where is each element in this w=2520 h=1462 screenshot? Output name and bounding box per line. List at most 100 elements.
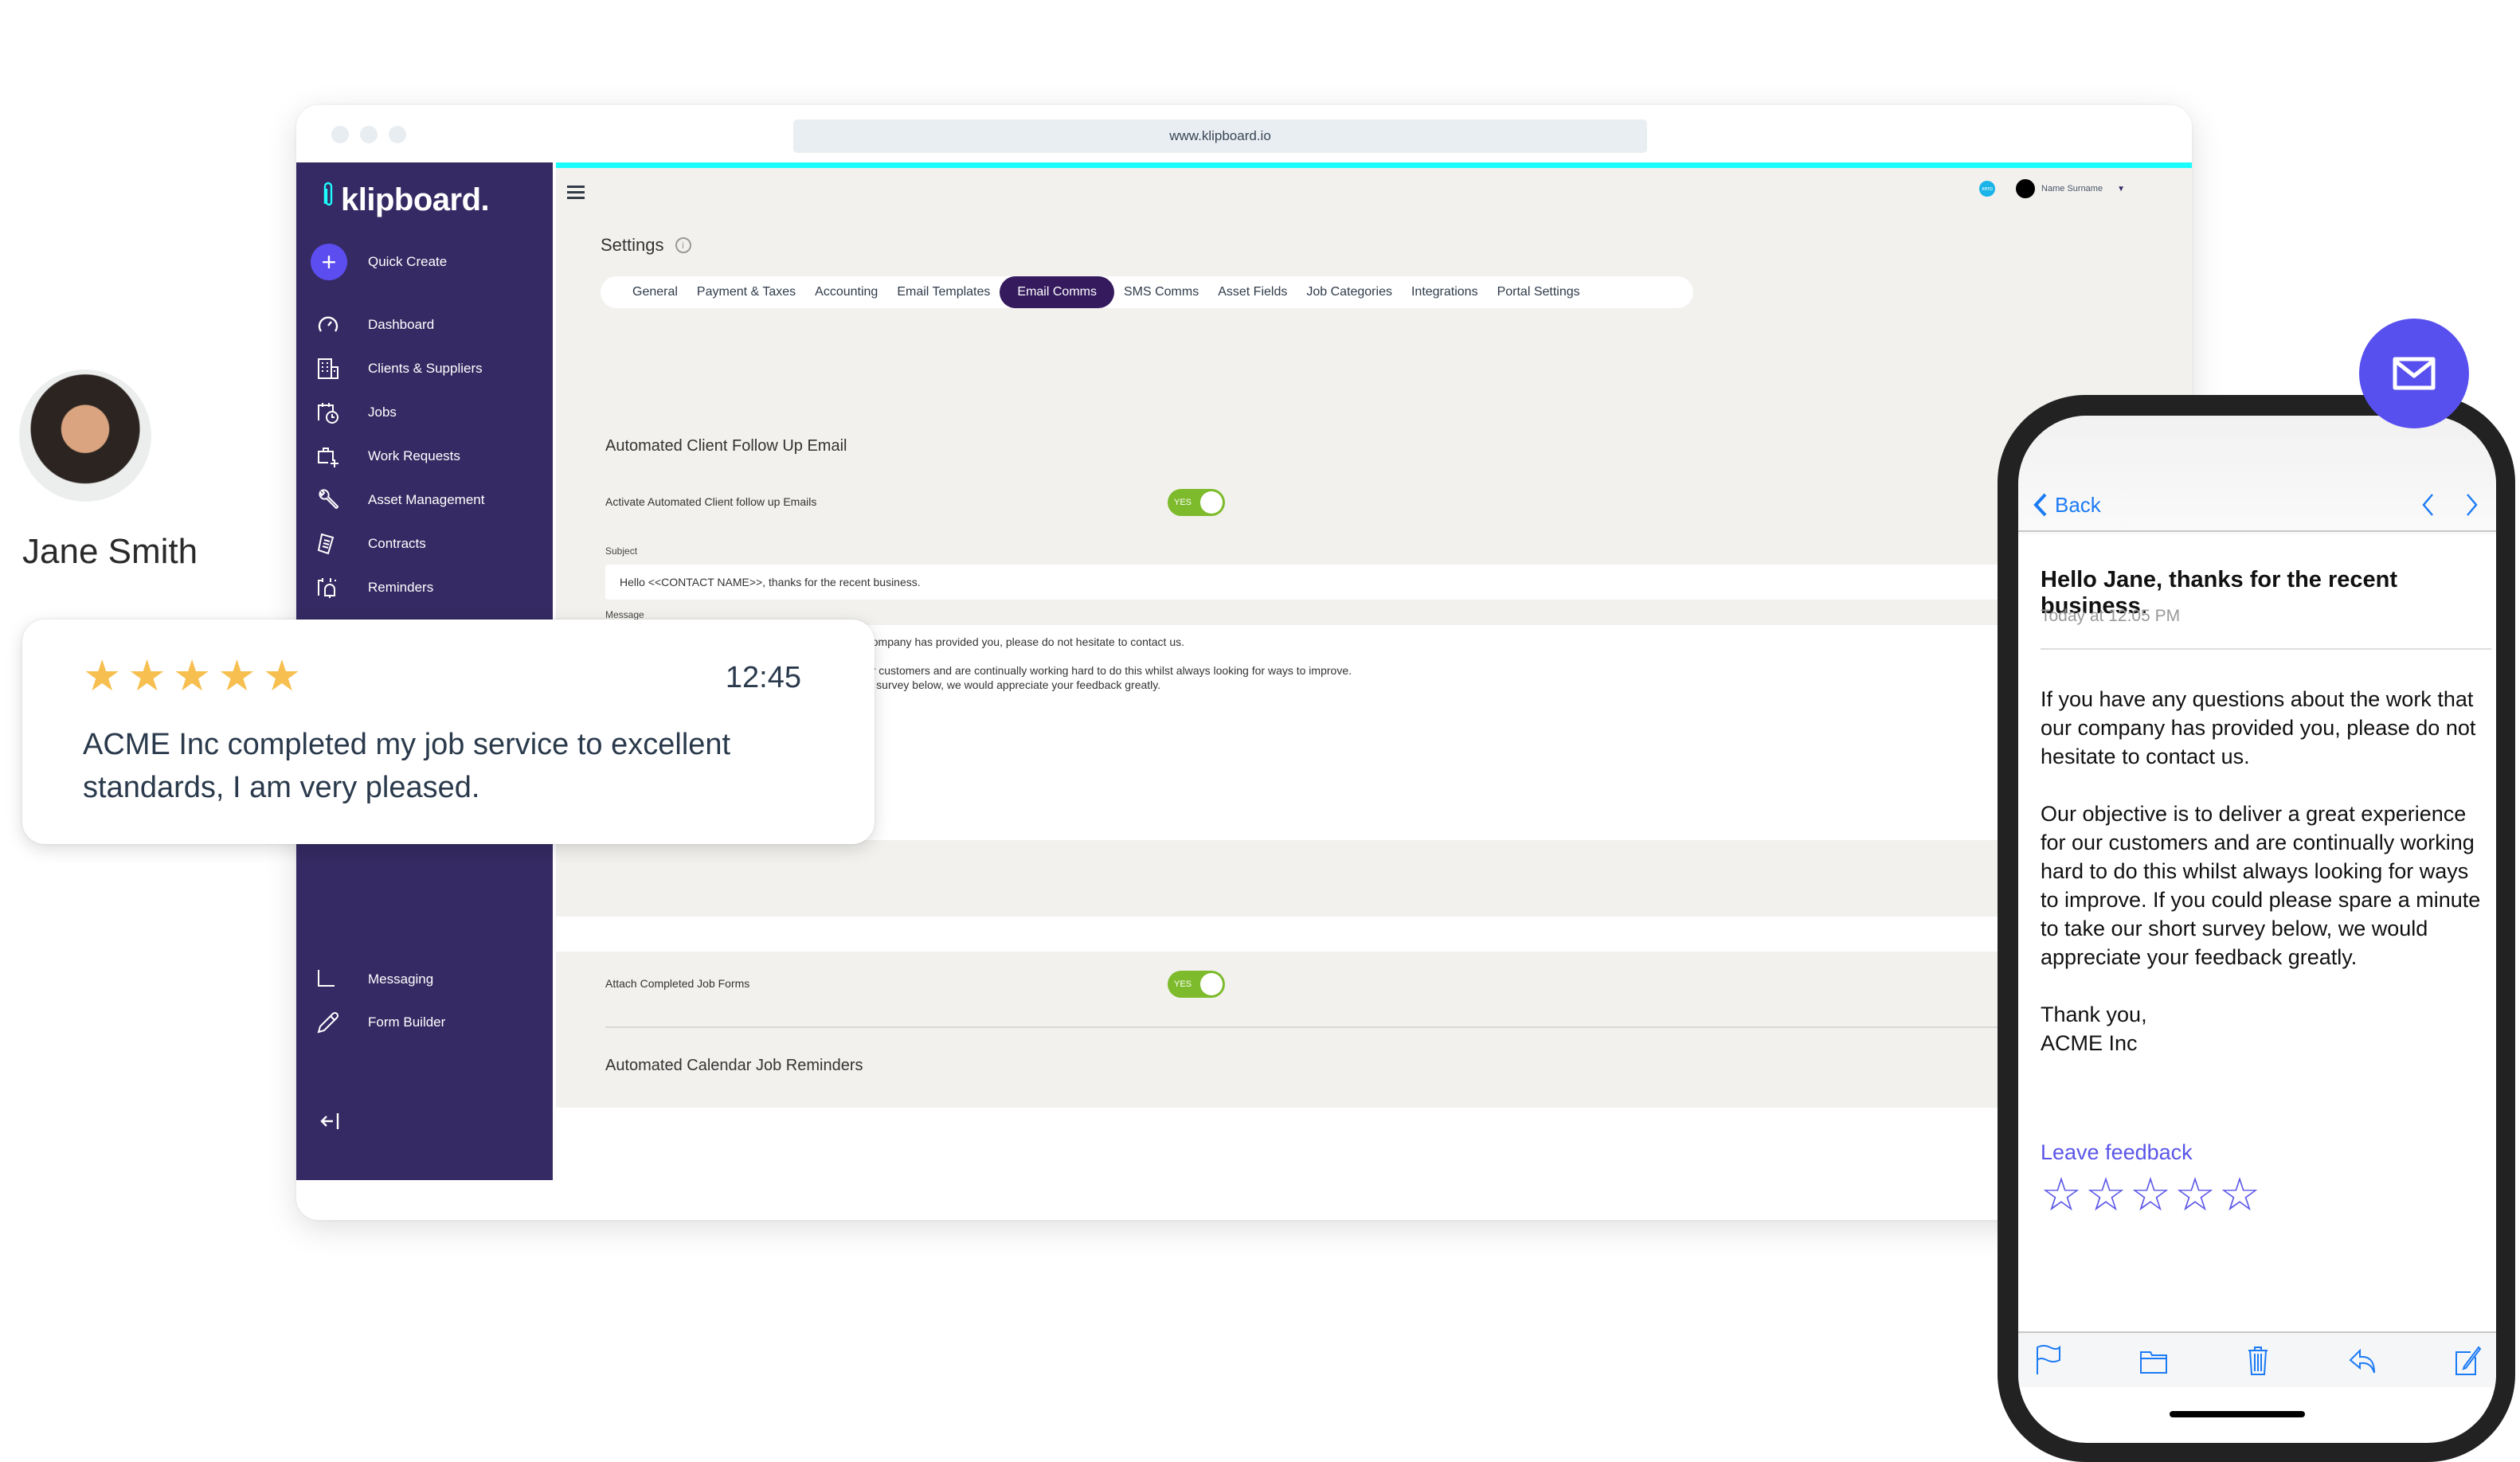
tab-payment-taxes[interactable]: Payment & Taxes — [687, 276, 805, 308]
star-outline-icon[interactable]: ☆ — [2174, 1172, 2216, 1218]
star-filled-icon: ★ — [83, 652, 122, 700]
window-dot-maximize[interactable] — [389, 126, 406, 143]
review-rating: ★ ★ ★ ★ ★ — [83, 655, 301, 698]
tab-general[interactable]: General — [623, 276, 687, 308]
review-text: ACME Inc completed my job service to exc… — [83, 728, 731, 804]
calendar-reminders-title: Automated Calendar Job Reminders — [605, 1057, 863, 1074]
sidebar-item-reminders[interactable]: Reminders — [315, 565, 484, 609]
customer-name: Jane Smith — [22, 532, 198, 571]
tab-portal-settings[interactable]: Portal Settings — [1488, 276, 1590, 308]
star-outline-icon[interactable]: ☆ — [2041, 1172, 2082, 1218]
trash-icon[interactable] — [2244, 1344, 2272, 1376]
browser-chrome: www.klipboard.io — [296, 105, 2192, 162]
envelope-icon — [2393, 357, 2436, 390]
tab-job-categories[interactable]: Job Categories — [1297, 276, 1402, 308]
tab-email-comms[interactable]: Email Comms — [1000, 276, 1114, 308]
previous-message-icon[interactable] — [2421, 493, 2434, 517]
xero-badge: xero — [1979, 181, 1996, 197]
review-time: 12:45 — [725, 661, 801, 694]
back-label: Back — [2055, 492, 2101, 517]
building-icon — [318, 358, 338, 379]
hamburger-menu-icon[interactable] — [567, 186, 585, 202]
sidebar-item-dashboard[interactable]: Dashboard — [315, 303, 484, 346]
home-indicator[interactable] — [2170, 1411, 2305, 1417]
sidebar-item-label: Dashboard — [368, 316, 435, 332]
window-dot-close[interactable] — [331, 126, 349, 143]
paperclip-icon — [323, 182, 333, 206]
klipboard-logo[interactable]: klipboard. — [322, 182, 490, 218]
sidebar-item-clients-suppliers[interactable]: Clients & Suppliers — [315, 346, 484, 390]
reply-icon[interactable] — [2349, 1344, 2377, 1376]
sidebar-item-contracts[interactable]: Contracts — [315, 522, 484, 565]
chevron-down-icon: ▼ — [2117, 184, 2125, 194]
quick-create-label: Quick Create — [368, 254, 448, 269]
mail-navbar: Back — [2018, 479, 2496, 532]
settings-title: Settings — [601, 235, 664, 255]
leave-feedback-link[interactable]: Leave feedback — [2041, 1140, 2193, 1165]
mail-paragraph: If you have any questions about the work… — [2041, 687, 2476, 768]
user-avatar — [2016, 179, 2036, 198]
sidebar-item-label: Contracts — [368, 535, 426, 551]
tab-email-templates[interactable]: Email Templates — [887, 276, 1000, 308]
tab-sms-comms[interactable]: SMS Comms — [1114, 276, 1208, 308]
activate-follow-up-toggle[interactable]: YES — [1168, 489, 1225, 516]
star-filled-icon: ★ — [127, 652, 166, 700]
mail-signature: ACME Inc — [2041, 1031, 2138, 1055]
feedback-stars: ☆ ☆ ☆ ☆ ☆ — [2041, 1172, 2260, 1218]
tab-asset-fields[interactable]: Asset Fields — [1208, 276, 1297, 308]
sidebar-item-messaging[interactable]: Messaging — [315, 957, 433, 1001]
mail-date: Today at 12:05 PM — [2041, 607, 2181, 625]
briefcase-plus-icon — [318, 447, 338, 467]
sidebar-item-label: Clients & Suppliers — [368, 360, 483, 376]
subject-input[interactable]: Hello <<CONTACT NAME>>, thanks for the r… — [605, 565, 2192, 600]
accent-bar — [556, 162, 2192, 168]
url-text: www.klipboard.io — [1169, 128, 1271, 143]
attach-forms-toggle[interactable]: YES — [1168, 971, 1225, 998]
calendar-clock-icon — [318, 402, 338, 424]
star-filled-icon: ★ — [262, 652, 302, 700]
phone-screen: Back Hello Jane, thanks for the recent b… — [2018, 416, 2496, 1443]
mail-body: If you have any questions about the work… — [2041, 685, 2487, 1057]
plus-icon: + — [311, 244, 347, 280]
info-icon[interactable]: i — [675, 237, 691, 253]
url-bar[interactable]: www.klipboard.io — [793, 119, 1647, 153]
follow-up-actions-band: Re — [556, 840, 2192, 917]
user-name: Name Surname — [2041, 184, 2103, 194]
sidebar-item-label: Form Builder — [368, 1014, 446, 1030]
wrench-icon — [319, 488, 339, 509]
customer-avatar — [19, 369, 151, 502]
sidebar-item-asset-management[interactable]: Asset Management — [315, 478, 484, 522]
star-outline-icon[interactable]: ☆ — [2085, 1172, 2127, 1218]
tab-accounting[interactable]: Accounting — [805, 276, 887, 308]
sidebar-item-form-builder[interactable]: Form Builder — [315, 1000, 445, 1044]
user-menu[interactable]: xero Name Surname ▼ — [1979, 179, 2125, 198]
mail-paragraph: Our objective is to deliver a great expe… — [2041, 802, 2481, 969]
settings-tabs: General Payment & Taxes Accounting Email Te… — [601, 276, 1693, 308]
next-message-icon[interactable] — [2466, 493, 2479, 517]
mail-signoff: Thank you, — [2041, 1003, 2147, 1026]
main-footer-area — [556, 1108, 2192, 1180]
sidebar-item-label: Work Requests — [368, 448, 460, 463]
collapse-sidebar-button[interactable] — [319, 1110, 342, 1138]
back-button[interactable]: Back — [2033, 492, 2101, 518]
tab-integrations[interactable]: Integrations — [1402, 276, 1488, 308]
message-label: Message — [605, 609, 644, 620]
scroll-icon — [317, 533, 335, 554]
flag-icon[interactable] — [2034, 1344, 2063, 1376]
folder-icon[interactable] — [2139, 1344, 2168, 1376]
compose-icon[interactable] — [2453, 1344, 2482, 1376]
star-outline-icon[interactable]: ☆ — [2130, 1172, 2171, 1218]
star-filled-icon: ★ — [217, 652, 256, 700]
logo-text: klipboard. — [341, 182, 490, 217]
sidebar-item-jobs[interactable]: Jobs — [315, 390, 484, 434]
toggle-state: YES — [1174, 498, 1192, 507]
star-outline-icon[interactable]: ☆ — [2219, 1172, 2260, 1218]
sidebar-item-work-requests[interactable]: Work Requests — [315, 434, 484, 478]
review-card: ★ ★ ★ ★ ★ 12:45 ACME Inc completed my job se… — [22, 620, 875, 844]
window-dot-minimize[interactable] — [360, 126, 378, 143]
window-controls — [331, 126, 406, 143]
section-divider — [605, 1026, 2192, 1028]
toggle-state: YES — [1174, 979, 1192, 989]
quick-create-button[interactable]: + Quick Create — [311, 244, 447, 280]
follow-up-section-title: Automated Client Follow Up Email — [605, 437, 847, 455]
